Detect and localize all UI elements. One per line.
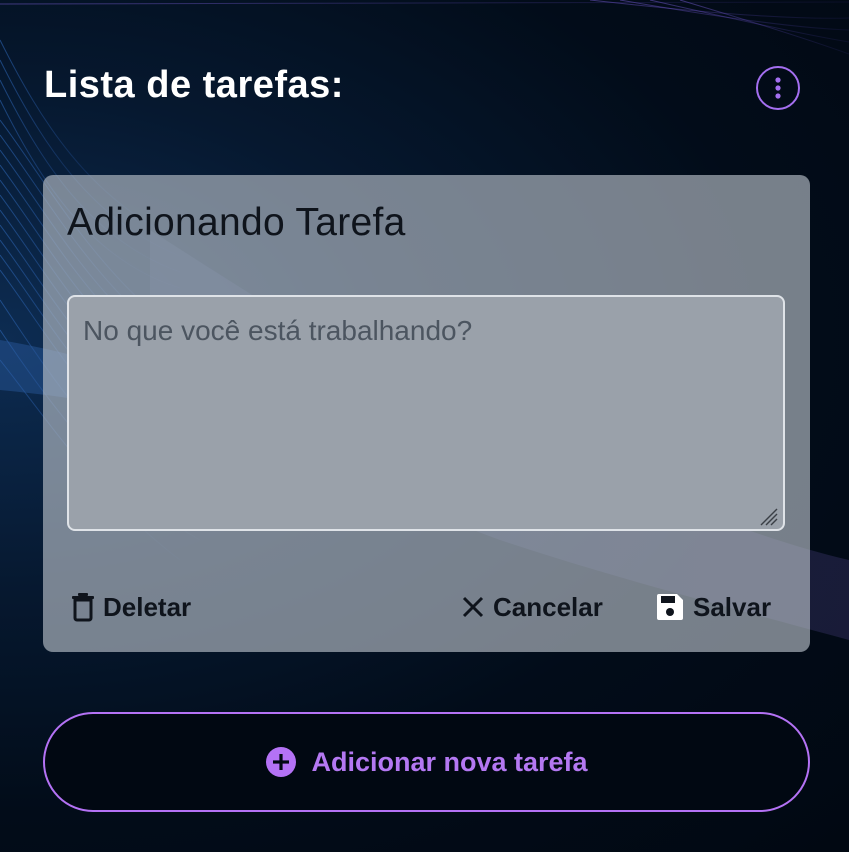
cancel-button[interactable]: Cancelar: [461, 587, 603, 627]
cancel-label: Cancelar: [493, 591, 603, 622]
delete-label: Deletar: [103, 591, 192, 622]
kebab-menu-icon: [775, 77, 781, 99]
save-label: Salvar: [693, 591, 772, 622]
card-title: Adicionando Tarefa: [67, 201, 406, 244]
floppy-disk-icon: [657, 594, 683, 620]
resize-handle-icon[interactable]: [757, 505, 779, 527]
task-description-input[interactable]: [67, 295, 785, 531]
trash-icon: [72, 593, 94, 622]
add-task-card: Adicionando Tarefa Deletar Cancelar: [43, 175, 810, 652]
app-screen: Lista de tarefas: Adicionando Tarefa Del…: [0, 0, 849, 852]
delete-button[interactable]: Deletar: [71, 587, 191, 627]
more-options-button[interactable]: [756, 66, 800, 110]
page-title: Lista de tarefas:: [44, 64, 344, 106]
add-new-task-button[interactable]: Adicionar nova tarefa: [43, 712, 810, 812]
close-icon: [462, 596, 484, 618]
add-new-task-label: Adicionar nova tarefa: [311, 746, 588, 777]
save-button[interactable]: Salvar: [655, 587, 771, 627]
plus-circle-icon: [266, 747, 297, 777]
